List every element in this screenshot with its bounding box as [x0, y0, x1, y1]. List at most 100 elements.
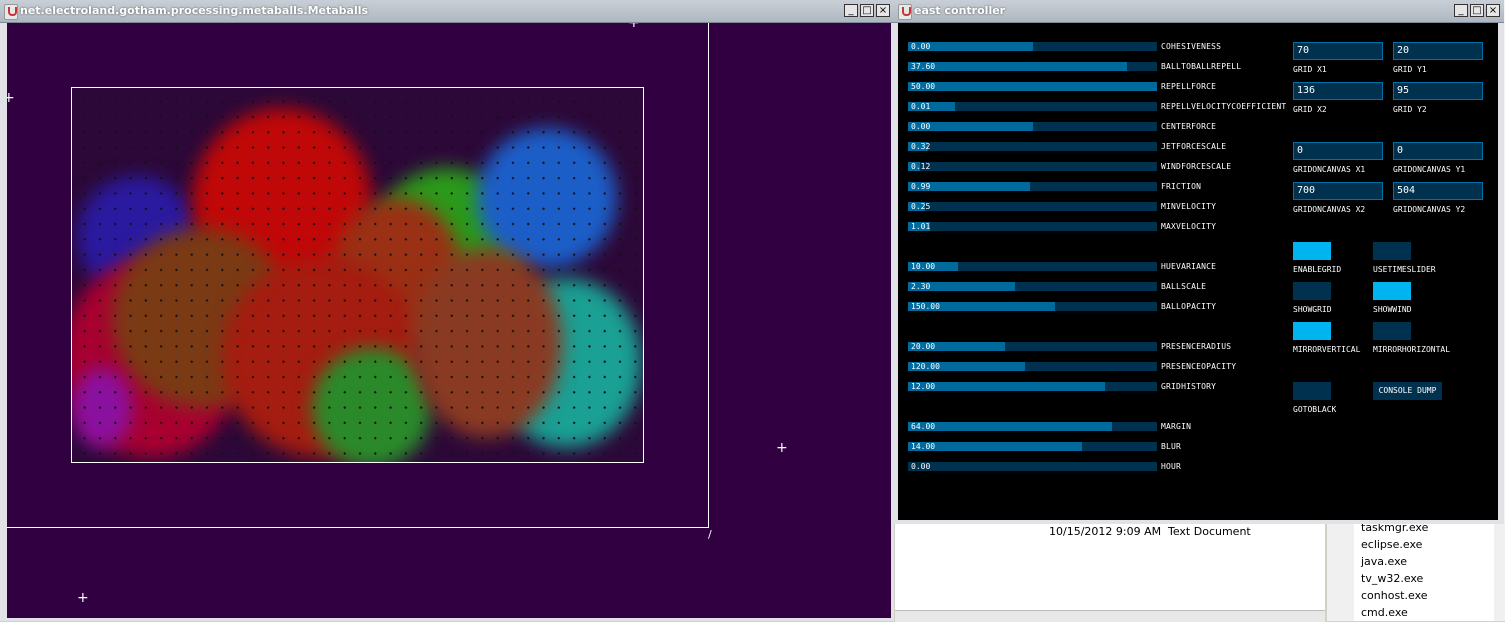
slider-value: 0.00	[911, 42, 931, 51]
slider-margin[interactable]: 64.00	[908, 422, 1157, 431]
enablegrid-toggle[interactable]	[1293, 242, 1331, 260]
grid-dots	[72, 88, 643, 462]
close-button[interactable]: ×	[876, 4, 890, 17]
window-title: net.electroland.gotham.processing.metaba…	[20, 4, 369, 17]
slider-jetforcescale[interactable]: 0.32	[908, 142, 1157, 151]
field-label: GRID X1	[1293, 65, 1327, 74]
slider-label: COHESIVENESS	[1161, 42, 1222, 51]
slider-value: 0.01	[911, 102, 931, 111]
close-button[interactable]: ×	[1486, 4, 1500, 17]
gotoblack-toggle[interactable]	[1293, 382, 1331, 400]
slider-huevariance[interactable]: 10.00	[908, 262, 1157, 271]
slider-label: MAXVELOCITY	[1161, 222, 1217, 231]
usetimeslider-toggle[interactable]	[1373, 242, 1411, 260]
slider-label: BALLTOBALLREPELL	[1161, 62, 1242, 71]
slider-label: BLUR	[1161, 442, 1182, 451]
slider-value: 37.60	[911, 62, 936, 71]
slider-cohesiveness[interactable]: 0.00	[908, 42, 1157, 51]
slider-value: 0.25	[911, 202, 931, 211]
showwind-toggle[interactable]	[1373, 282, 1411, 300]
slider-hour[interactable]: 0.00	[908, 462, 1157, 471]
gridoncanvas-y2-field[interactable]: 504	[1393, 182, 1483, 200]
horizontal-scrollbar[interactable]	[895, 610, 1325, 622]
gridoncanvas-x1-field[interactable]: 0	[1293, 142, 1383, 160]
grid-y2-field[interactable]: 95	[1393, 82, 1483, 100]
process-item[interactable]: cmd.exe	[1361, 606, 1408, 619]
slider-label: WINDFORCESCALE	[1161, 162, 1232, 171]
cursor-cross-icon: +	[628, 23, 640, 31]
gridoncanvas-y1-field[interactable]: 0	[1393, 142, 1483, 160]
slider-value: 10.00	[911, 262, 936, 271]
slider-value: 120.00	[911, 362, 940, 371]
toggle-label: SHOWWIND	[1373, 305, 1412, 314]
showgrid-toggle[interactable]	[1293, 282, 1331, 300]
slider-value: 150.00	[911, 302, 940, 311]
slider-fill	[908, 382, 1105, 391]
field-label: GRID Y1	[1393, 65, 1427, 74]
mirrorhorizontal-toggle[interactable]	[1373, 322, 1411, 340]
slider-repellforce[interactable]: 50.00	[908, 82, 1157, 91]
slider-balltoballrepell[interactable]: 37.60	[908, 62, 1157, 71]
slider-label: BALLOPACITY	[1161, 302, 1217, 311]
process-item[interactable]: tv_w32.exe	[1361, 572, 1423, 585]
maximize-button[interactable]: □	[1470, 4, 1484, 17]
gridoncanvas-x2-field[interactable]: 700	[1293, 182, 1383, 200]
slider-maxvelocity[interactable]: 1.01	[908, 222, 1157, 231]
slider-label: FRICTION	[1161, 182, 1202, 191]
slider-fill	[908, 62, 1128, 71]
slider-label: HUEVARIANCE	[1161, 262, 1217, 271]
slider-label: HOUR	[1161, 462, 1182, 471]
controller-titlebar[interactable]: east controller _ □ ×	[894, 0, 1504, 23]
toggle-label: SHOWGRID	[1293, 305, 1332, 314]
grid-x2-field[interactable]: 136	[1293, 82, 1383, 100]
slider-value: 0.12	[911, 162, 931, 171]
console-dump-button[interactable]: CONSOLE DUMP	[1373, 382, 1442, 400]
slider-ballopacity[interactable]: 150.00	[908, 302, 1157, 311]
minimize-button[interactable]: _	[844, 4, 858, 17]
slider-centerforce[interactable]: 0.00	[908, 122, 1157, 131]
field-label: GRIDONCANVAS X2	[1293, 205, 1366, 214]
slider-ballscale[interactable]: 2.30	[908, 282, 1157, 291]
process-item[interactable]: java.exe	[1361, 555, 1407, 568]
grid-x1-field[interactable]: 70	[1293, 42, 1383, 60]
process-list: taskmgr.exe eclipse.exe java.exe tv_w32.exe…	[1354, 521, 1494, 621]
slider-fill	[908, 82, 1157, 91]
toggle-label: MIRRORHORIZONTAL	[1373, 345, 1451, 354]
slider-blur[interactable]: 14.00	[908, 442, 1157, 451]
toggle-label: GOTOBLACK	[1293, 405, 1337, 414]
minimize-button[interactable]: _	[1454, 4, 1468, 17]
slider-gridhistory[interactable]: 12.00	[908, 382, 1157, 391]
slider-value: 1.01	[911, 222, 931, 231]
field-label: GRIDONCANVAS Y2	[1393, 205, 1466, 214]
grid-y1-field[interactable]: 20	[1393, 42, 1483, 60]
metaballs-canvas[interactable]: + + + + /	[7, 23, 891, 618]
slider-presenceopacity[interactable]: 120.00	[908, 362, 1157, 371]
metaballs-titlebar[interactable]: net.electroland.gotham.processing.metaba…	[0, 0, 894, 23]
process-item[interactable]: eclipse.exe	[1361, 538, 1422, 551]
metaballs-window: net.electroland.gotham.processing.metaba…	[0, 0, 894, 621]
process-item[interactable]: conhost.exe	[1361, 589, 1428, 602]
slider-value: 0.32	[911, 142, 931, 151]
slider-label: REPELLFORCE	[1161, 82, 1217, 91]
slider-value: 50.00	[911, 82, 936, 91]
slider-value: 0.00	[911, 462, 931, 471]
file-date: 10/15/2012 9:09 AM	[1049, 525, 1162, 538]
cursor-cross-icon: +	[776, 440, 788, 456]
slider-value: 20.00	[911, 342, 936, 351]
slider-repellvelocitycoefficient[interactable]: 0.01	[908, 102, 1157, 111]
file-list-background: 10/15/2012 9:09 AM Text Document	[895, 524, 1325, 610]
mirrorvertical-toggle[interactable]	[1293, 322, 1331, 340]
slider-minvelocity[interactable]: 0.25	[908, 202, 1157, 211]
slider-windforcescale[interactable]: 0.12	[908, 162, 1157, 171]
slider-label: BALLSCALE	[1161, 282, 1207, 291]
slider-friction[interactable]: 0.99	[908, 182, 1157, 191]
slider-value: 0.99	[911, 182, 931, 191]
slider-presenceradius[interactable]: 20.00	[908, 342, 1157, 351]
grid-rectangle	[71, 87, 644, 463]
field-label: GRIDONCANVAS Y1	[1393, 165, 1466, 174]
window-title: east controller	[914, 4, 1006, 17]
toggle-label: ENABLEGRID	[1293, 265, 1342, 274]
maximize-button[interactable]: □	[860, 4, 874, 17]
slider-label: PRESENCEOPACITY	[1161, 362, 1237, 371]
toggle-label: USETIMESLIDER	[1373, 265, 1436, 274]
